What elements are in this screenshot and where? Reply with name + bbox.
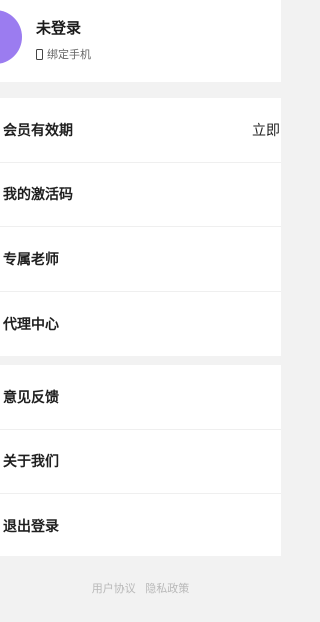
menu-item-label: 退出登录 xyxy=(3,519,59,536)
menu-item-label: 我的激活码 xyxy=(3,187,73,204)
footer-links: 用户协议 隐私政策 xyxy=(0,580,281,596)
menu-item-label: 专属老师 xyxy=(3,251,59,268)
login-status[interactable]: 未登录 xyxy=(36,17,81,38)
menu-item-about[interactable]: 关于我们 xyxy=(0,430,281,494)
menu-item-label: 代理中心 xyxy=(3,316,59,333)
avatar[interactable] xyxy=(0,10,22,64)
menu-group-account: 会员有效期 立即 我的激活码 专属老师 代理中心 xyxy=(0,98,281,356)
bind-phone-link[interactable]: 绑定手机 xyxy=(36,46,91,62)
menu-item-membership[interactable]: 会员有效期 立即 xyxy=(0,98,281,163)
menu-item-agent-center[interactable]: 代理中心 xyxy=(0,292,281,357)
menu-item-teacher[interactable]: 专属老师 xyxy=(0,227,281,292)
menu-item-label: 会员有效期 xyxy=(3,122,73,139)
footer: 用户协议 隐私政策 xyxy=(0,556,281,622)
membership-value[interactable]: 立即 xyxy=(252,120,280,140)
menu-item-activation-code[interactable]: 我的激活码 xyxy=(0,163,281,227)
user-agreement-link[interactable]: 用户协议 xyxy=(92,582,136,595)
profile-page: 未登录 绑定手机 会员有效期 立即 我的激活码 专属老师 代理中心 意见反馈 关… xyxy=(0,0,281,622)
menu-item-logout[interactable]: 退出登录 xyxy=(0,494,281,559)
phone-icon xyxy=(36,48,43,60)
menu-item-label: 意见反馈 xyxy=(3,389,59,406)
menu-item-label: 关于我们 xyxy=(3,454,59,471)
menu-item-feedback[interactable]: 意见反馈 xyxy=(0,365,281,430)
profile-header[interactable]: 未登录 绑定手机 xyxy=(0,0,281,82)
privacy-policy-link[interactable]: 隐私政策 xyxy=(145,582,189,595)
bind-phone-label: 绑定手机 xyxy=(47,48,91,61)
menu-group-other: 意见反馈 关于我们 退出登录 xyxy=(0,365,281,559)
